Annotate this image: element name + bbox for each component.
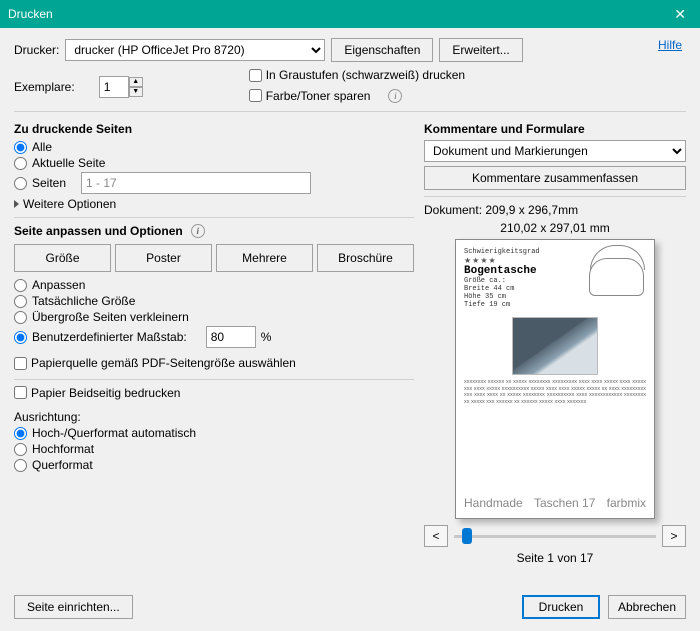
- papersource-checkbox[interactable]: [14, 357, 27, 370]
- help-link[interactable]: Hilfe: [658, 38, 682, 52]
- savetoner-label: Farbe/Toner sparen: [266, 89, 371, 103]
- bag-photo-placeholder: [512, 317, 598, 375]
- pages-range-radio[interactable]: Seiten: [14, 172, 414, 194]
- savetoner-checkbox[interactable]: [249, 89, 262, 102]
- copies-label: Exemplare:: [14, 80, 75, 94]
- duplex-label: Papier Beidseitig bedrucken: [31, 386, 180, 400]
- page-setup-button[interactable]: Seite einrichten...: [14, 595, 133, 619]
- grayscale-checkbox[interactable]: In Graustufen (schwarzweiß) drucken: [249, 68, 465, 82]
- preview-slider[interactable]: [454, 533, 656, 539]
- page-dimensions: 210,02 x 297,01 mm: [424, 221, 686, 235]
- print-preview: Schwierigkeitsgrad ★★★★ Bogentasche Größ…: [455, 239, 655, 519]
- printer-label: Drucker:: [14, 43, 59, 57]
- print-button[interactable]: Drucken: [522, 595, 600, 619]
- dialog-body: Hilfe Drucker: drucker (HP OfficeJet Pro…: [0, 28, 700, 631]
- cancel-button[interactable]: Abbrechen: [608, 595, 686, 619]
- info-icon[interactable]: i: [191, 224, 205, 238]
- more-options-toggle[interactable]: Weitere Optionen: [14, 197, 414, 211]
- fit-heading: Seite anpassen und Optionen: [14, 224, 183, 238]
- pages-heading: Zu druckende Seiten: [14, 122, 414, 136]
- doc-dimensions: Dokument: 209,9 x 296,7mm: [424, 203, 686, 217]
- comments-heading: Kommentare und Formulare: [424, 122, 686, 136]
- fit-adjust-radio[interactable]: Anpassen: [14, 278, 414, 292]
- dialog-title: Drucken: [8, 7, 53, 21]
- slider-thumb[interactable]: [462, 528, 472, 544]
- info-icon[interactable]: i: [388, 89, 402, 103]
- title-bar: Drucken ✕: [0, 0, 700, 28]
- pages-current-radio[interactable]: Aktuelle Seite: [14, 156, 414, 170]
- grayscale-label: In Graustufen (schwarzweiß) drucken: [266, 68, 465, 82]
- pages-all-radio[interactable]: Alle: [14, 140, 414, 154]
- page-counter: Seite 1 von 17: [424, 551, 686, 565]
- papersource-label: Papierquelle gemäß PDF-Seitengröße auswä…: [31, 356, 296, 370]
- preview-body-text: xxxxxxxx xxxxxx xx xxxxx xxxxxxxx xxxxxx…: [464, 379, 646, 405]
- fit-actual-radio[interactable]: Tatsächliche Größe: [14, 294, 414, 308]
- preview-next-button[interactable]: >: [662, 525, 686, 547]
- spin-up-icon[interactable]: ▲: [129, 77, 143, 87]
- summarize-button[interactable]: Kommentare zusammenfassen: [424, 166, 686, 190]
- close-icon[interactable]: ✕: [668, 6, 692, 23]
- fit-custom-radio[interactable]: Benutzerdefinierter Maßstab: %: [14, 326, 414, 348]
- fit-shrink-radio[interactable]: Übergroße Seiten verkleinern: [14, 310, 414, 324]
- pages-range-input[interactable]: [81, 172, 311, 194]
- size-tab-button[interactable]: Größe: [14, 244, 111, 272]
- multiple-tab-button[interactable]: Mehrere: [216, 244, 313, 272]
- spin-down-icon[interactable]: ▼: [129, 87, 143, 97]
- copies-spinner[interactable]: ▲▼: [99, 76, 143, 98]
- copies-input[interactable]: [99, 76, 129, 98]
- orient-portrait-radio[interactable]: Hochformat: [14, 442, 414, 456]
- orient-landscape-radio[interactable]: Querformat: [14, 458, 414, 472]
- bag-outline-icon: [589, 258, 644, 296]
- orient-auto-radio[interactable]: Hoch-/Querformat automatisch: [14, 426, 414, 440]
- duplex-checkbox[interactable]: [14, 386, 27, 399]
- printer-select[interactable]: drucker (HP OfficeJet Pro 8720): [65, 39, 325, 61]
- orientation-heading: Ausrichtung:: [14, 410, 414, 424]
- comments-select[interactable]: Dokument und Markierungen: [424, 140, 686, 162]
- properties-button[interactable]: Eigenschaften: [331, 38, 433, 62]
- advanced-button[interactable]: Erweitert...: [439, 38, 522, 62]
- triangle-right-icon: [14, 200, 19, 208]
- booklet-tab-button[interactable]: Broschüre: [317, 244, 414, 272]
- preview-prev-button[interactable]: <: [424, 525, 448, 547]
- custom-scale-input[interactable]: [206, 326, 256, 348]
- poster-tab-button[interactable]: Poster: [115, 244, 212, 272]
